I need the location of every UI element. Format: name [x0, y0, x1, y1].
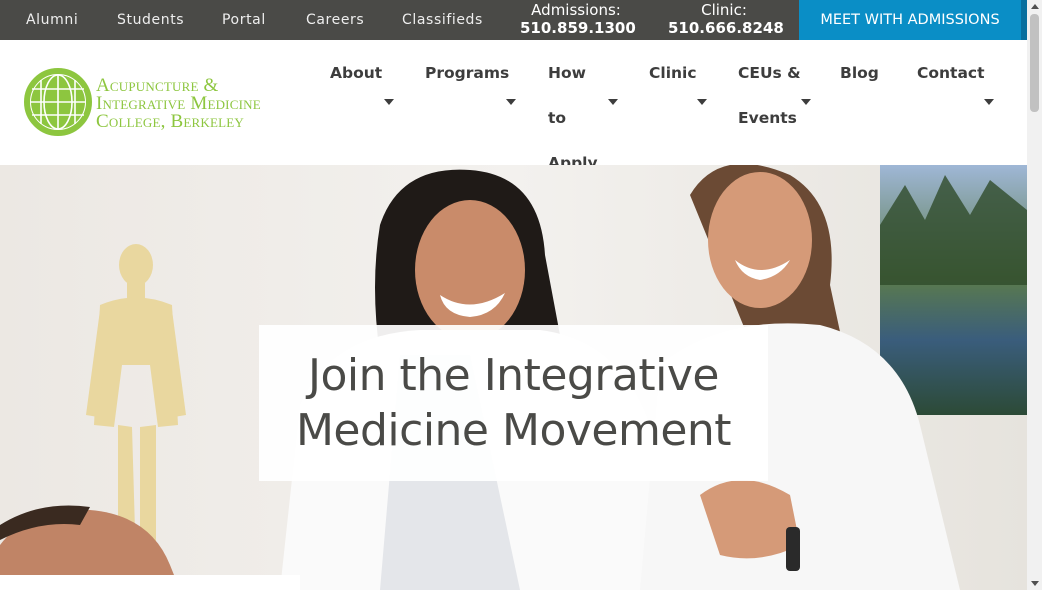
admissions-phone[interactable]: Admissions: 510.859.1300 — [520, 1, 636, 38]
hero-title-line-1: Join the Integrative — [308, 350, 719, 401]
nav-item-ceus-events[interactable]: CEUs & Events — [738, 40, 814, 165]
chevron-down-icon — [984, 99, 994, 105]
nav-label-programs: Programs — [425, 64, 510, 82]
scroll-up-arrow-icon[interactable] — [1031, 4, 1039, 9]
chevron-down-icon — [608, 99, 618, 105]
nav-item-about[interactable]: About — [330, 40, 400, 165]
portal-link[interactable]: Portal — [222, 12, 266, 28]
chevron-down-icon — [506, 99, 516, 105]
nav-item-how-to-apply[interactable]: How to Apply — [548, 40, 623, 172]
nav-label-events: Events — [738, 109, 797, 127]
hero-banner: Join the Integrative Medicine Movement — [0, 165, 1027, 590]
alumni-link[interactable]: Alumni — [26, 12, 78, 28]
nav-label-contact: Contact — [917, 64, 985, 82]
scroll-down-arrow-icon[interactable] — [1031, 581, 1039, 586]
students-link[interactable]: Students — [117, 12, 184, 28]
logo-wordmark: Acupuncture & Integrative Medicine Colle… — [96, 76, 261, 132]
nav-item-programs[interactable]: Programs — [425, 40, 520, 165]
nav-item-contact[interactable]: Contact — [917, 40, 997, 165]
chevron-down-icon — [697, 99, 707, 105]
nav-label-about: About — [330, 64, 383, 82]
nav-label-ceus: CEUs & — [738, 64, 801, 82]
globe-logo-icon — [24, 68, 92, 136]
scroll-thumb[interactable] — [1030, 14, 1039, 112]
meet-with-admissions-button[interactable]: MEET WITH ADMISSIONS — [799, 0, 1021, 40]
clinic-number[interactable]: 510.666.8248 — [668, 19, 784, 38]
nav-item-blog[interactable]: Blog — [840, 40, 890, 165]
logo-line-3: College, Berkeley — [96, 111, 244, 132]
classifieds-link[interactable]: Classifieds — [402, 12, 483, 28]
chevron-down-icon — [384, 99, 394, 105]
clinic-phone[interactable]: Clinic: 510.666.8248 — [668, 1, 784, 38]
admissions-number[interactable]: 510.859.1300 — [520, 19, 636, 38]
admissions-label: Admissions: — [531, 1, 621, 19]
hero-title: Join the Integrative Medicine Movement — [295, 348, 732, 458]
careers-link[interactable]: Careers — [306, 12, 364, 28]
utility-bar: Alumni Students Portal Careers Classifie… — [0, 0, 1027, 40]
clinic-label: Clinic: — [701, 1, 747, 19]
nav-label-clinic: Clinic — [649, 64, 697, 82]
nav-label-blog: Blog — [840, 64, 879, 82]
nav-label-ceus-events: CEUs & Events — [738, 51, 801, 141]
nav-label-how: How — [548, 64, 586, 82]
chevron-down-icon — [801, 99, 811, 105]
page-scrollbar[interactable] — [1027, 0, 1042, 590]
site-header: Acupuncture & Integrative Medicine Colle… — [0, 40, 1027, 172]
hero-title-box: Join the Integrative Medicine Movement — [259, 325, 768, 481]
hero-title-line-2: Medicine Movement — [295, 405, 732, 456]
nav-item-clinic[interactable]: Clinic — [649, 40, 711, 165]
college-logo[interactable]: Acupuncture & Integrative Medicine Colle… — [24, 67, 314, 139]
nav-label-to: to — [548, 109, 567, 127]
